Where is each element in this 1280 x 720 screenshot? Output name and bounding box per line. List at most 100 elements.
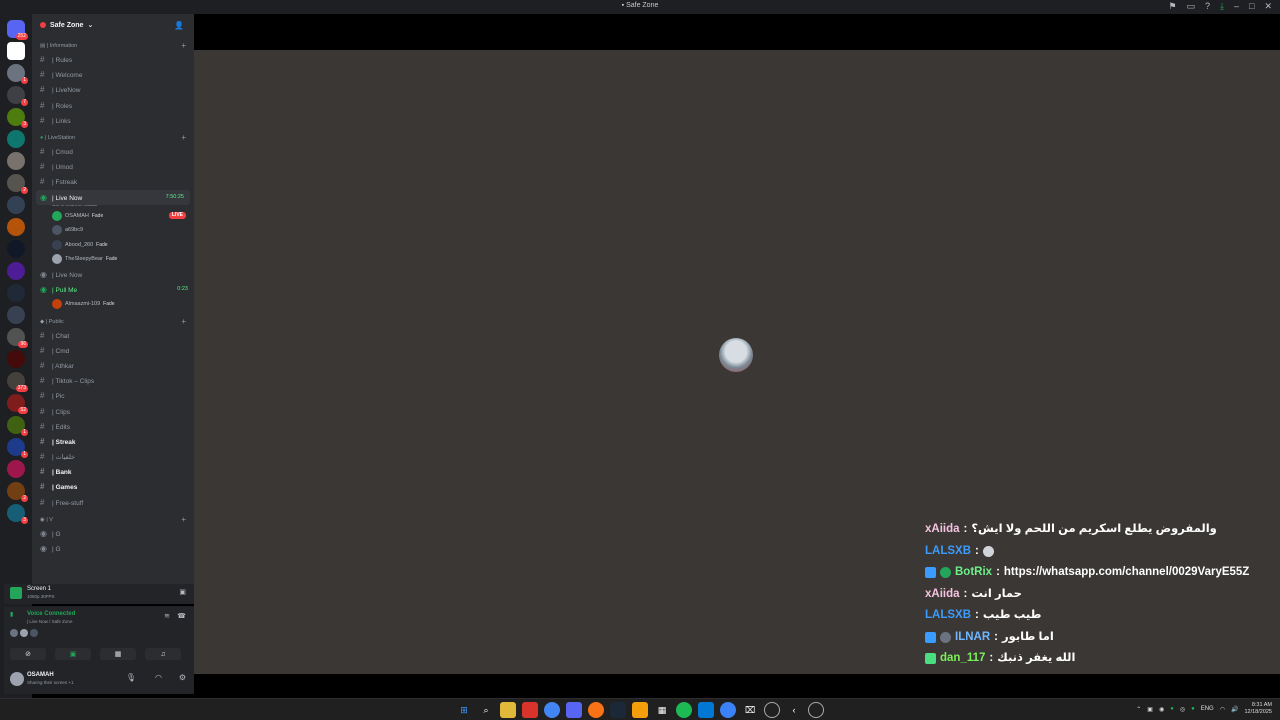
server-icon[interactable]: 96 xyxy=(7,328,28,348)
category-public[interactable]: ◆ | Public + xyxy=(32,316,194,328)
clock[interactable]: 8:31 AM 12/18/2025 xyxy=(1244,702,1272,716)
channel-pic[interactable]: # | Pic xyxy=(32,388,194,403)
channel-links[interactable]: # | Links xyxy=(32,113,194,128)
voice-location[interactable]: | Live Now / Safe Zone xyxy=(27,619,72,624)
voice-channel-live-now-2[interactable]: ◉ | Live Now xyxy=(32,267,194,282)
inbox-icon[interactable]: ▭ xyxy=(1186,1,1195,12)
channel-edits[interactable]: # | Edits xyxy=(32,419,194,434)
category-livestation[interactable]: ● | LiveStation + xyxy=(32,132,194,144)
discord-tray-icon[interactable]: ◉ xyxy=(1159,706,1164,713)
server-icon[interactable] xyxy=(7,284,25,302)
stream-settings-icon[interactable]: ▣ xyxy=(179,588,186,596)
wifi-icon[interactable]: ◠ xyxy=(1220,706,1225,713)
voice-user[interactable]: Abood_260 Fade xyxy=(32,238,194,253)
channel-chat[interactable]: # | Chat xyxy=(32,328,194,343)
microphone-icon[interactable]: 🎙 xyxy=(126,673,136,682)
stop-stream-button[interactable]: ⊘ xyxy=(10,648,46,660)
voice-channel-g[interactable]: ◉ | G xyxy=(32,526,194,541)
add-channel-icon[interactable]: + xyxy=(181,316,186,328)
server-icon[interactable] xyxy=(7,130,25,148)
server-icon[interactable] xyxy=(7,460,25,478)
voice-user[interactable]: TheSleepyBear Fade xyxy=(32,252,194,267)
settings-gear-icon[interactable]: ⚙ xyxy=(179,673,186,682)
app-icon[interactable]: ▦ xyxy=(654,702,670,718)
server-icon[interactable]: 2 xyxy=(7,482,28,502)
category-information[interactable]: ▤ | Information + xyxy=(32,40,194,52)
server-icon-safe-zone[interactable] xyxy=(7,42,25,60)
server-header[interactable]: Safe Zone ⌄ 👤 xyxy=(32,14,194,36)
help-icon[interactable]: ? xyxy=(1205,1,1210,12)
server-icon[interactable]: 3 xyxy=(7,108,28,128)
app-icon[interactable] xyxy=(698,702,714,718)
headphones-icon[interactable]: ◠ xyxy=(155,673,162,682)
voice-channel-pull-me[interactable]: ◉ | Pull Me 0:23 xyxy=(32,282,194,297)
channel-roles[interactable]: # | Roles xyxy=(32,98,194,113)
close-icon[interactable]: ✕ xyxy=(1264,1,1272,12)
server-icon[interactable]: 373 xyxy=(7,372,28,392)
tray-icon[interactable]: ● xyxy=(1170,706,1174,712)
server-icon-home[interactable]: 252 xyxy=(7,20,28,40)
app-icon[interactable] xyxy=(588,702,604,718)
channel-livenow[interactable]: # | LiveNow xyxy=(32,82,194,97)
windows-start-icon[interactable]: ⊞ xyxy=(456,702,472,718)
voice-user[interactable]: OSAMAH Fade LIVE xyxy=(32,209,194,224)
add-channel-icon[interactable]: + xyxy=(181,132,186,144)
soundboard-button[interactable]: ♫ xyxy=(145,648,181,660)
server-icon[interactable]: 1 xyxy=(7,438,28,458)
server-icon[interactable] xyxy=(7,306,25,324)
spotify-icon[interactable] xyxy=(676,702,692,718)
channel-free-stuff[interactable]: # | Free-stuff xyxy=(32,495,194,510)
app-icon[interactable]: ⌧ xyxy=(742,702,758,718)
channel-streak[interactable]: # | Streak xyxy=(32,434,194,449)
spotify-tray-icon[interactable]: ● xyxy=(1191,706,1195,712)
channel-fstreak[interactable]: # | Fstreak xyxy=(32,174,194,189)
avatar[interactable] xyxy=(10,672,24,686)
add-channel-icon[interactable]: + xyxy=(181,40,186,52)
pin-icon[interactable]: ⚑ xyxy=(1168,1,1176,12)
back-icon[interactable]: ‹ xyxy=(786,702,802,718)
app-icon[interactable] xyxy=(632,702,648,718)
volume-icon[interactable]: 🔊 xyxy=(1231,706,1238,713)
channel-welcome[interactable]: # | Welcome xyxy=(32,67,194,82)
language-indicator[interactable]: ENG xyxy=(1201,706,1214,712)
voice-channel-g[interactable]: ◉ | G xyxy=(32,541,194,556)
server-icon[interactable]: 52 xyxy=(7,394,28,414)
app-icon[interactable] xyxy=(720,702,736,718)
app-icon[interactable] xyxy=(764,702,780,718)
server-icon[interactable]: 3 xyxy=(7,504,28,524)
server-icon[interactable] xyxy=(7,262,25,280)
download-icon[interactable]: ⤓ xyxy=(1220,1,1224,12)
chrome-icon[interactable] xyxy=(544,702,560,718)
disconnect-icon[interactable]: ☎ xyxy=(177,612,186,620)
voice-user[interactable]: Almaazmi-109 Fade xyxy=(32,297,194,312)
channel-clips[interactable]: # | Clips xyxy=(32,404,194,419)
discord-icon[interactable] xyxy=(566,702,582,718)
activities-button[interactable]: ▦ xyxy=(100,648,136,660)
server-icon[interactable]: 1 xyxy=(7,64,28,84)
chevron-up-icon[interactable]: ⌃ xyxy=(1136,706,1141,713)
add-channel-icon[interactable]: + xyxy=(181,514,186,526)
server-icon[interactable] xyxy=(7,350,25,368)
server-icon[interactable]: 7 xyxy=(7,86,28,106)
server-icon[interactable] xyxy=(7,152,25,170)
server-icon[interactable]: 2 xyxy=(7,174,28,194)
channel-bank[interactable]: # | Bank xyxy=(32,464,194,479)
server-icon[interactable] xyxy=(7,218,25,236)
screen-recorder-icon[interactable] xyxy=(522,702,538,718)
server-icon[interactable]: 1 xyxy=(7,416,28,436)
channel-cmd[interactable]: # | Cmd xyxy=(32,343,194,358)
search-icon[interactable]: ⌕ xyxy=(478,702,494,718)
voice-channel-live-now[interactable]: ◉ | Live Now 7:50:25 xyxy=(36,189,190,205)
noise-suppression-icon[interactable]: ≋ xyxy=(164,612,170,620)
maximize-icon[interactable]: □ xyxy=(1249,1,1254,12)
screen-share-button[interactable]: ▣ xyxy=(55,648,91,660)
server-icon[interactable] xyxy=(7,196,25,214)
channel-umod[interactable]: # | Umod xyxy=(32,159,194,174)
tray-icon[interactable]: ▣ xyxy=(1147,706,1153,713)
invite-icon[interactable]: 👤 xyxy=(174,21,184,30)
voice-user[interactable]: a69bc9 xyxy=(32,223,194,238)
channel-rules[interactable]: # | Rules xyxy=(32,52,194,67)
channel-tiktok-clips[interactable]: # | Tiktok – Clips xyxy=(32,373,194,388)
channel-cmod[interactable]: # | Cmod xyxy=(32,144,194,159)
tray-icon[interactable]: ◎ xyxy=(1180,706,1185,713)
